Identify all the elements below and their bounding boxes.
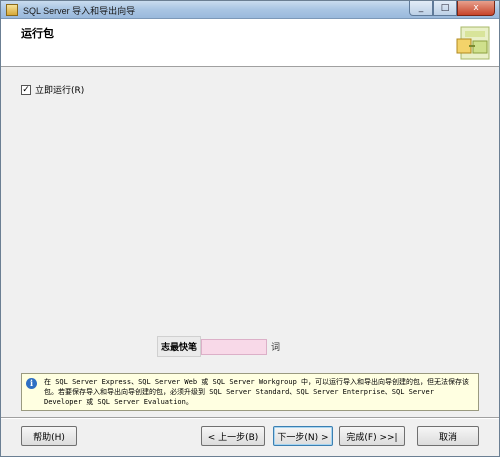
- app-icon: [6, 4, 18, 16]
- help-button[interactable]: 帮助(H): [21, 426, 77, 446]
- minimize-icon: _: [418, 3, 424, 13]
- cancel-button[interactable]: 取消: [417, 426, 479, 446]
- maximize-icon: □: [440, 3, 450, 13]
- footer-divider: [1, 417, 499, 419]
- back-button[interactable]: < 上一步(B): [201, 426, 265, 446]
- info-icon: i: [26, 378, 37, 389]
- minimize-button[interactable]: _: [409, 1, 433, 16]
- finish-button[interactable]: 完成(F) >>|: [339, 426, 405, 446]
- maximize-button[interactable]: □: [433, 1, 457, 16]
- wizard-banner-icon: [456, 26, 490, 60]
- page-title: 运行包: [21, 28, 54, 40]
- title-bar[interactable]: SQL Server 导入和导出向导 _ □ x: [1, 1, 499, 19]
- overlay-field-label: 志最快笔: [157, 336, 202, 357]
- wizard-window: SQL Server 导入和导出向导 _ □ x 运行包 ✓ 立即运行(R) 志…: [0, 0, 500, 457]
- overlay-field-box: [201, 338, 268, 355]
- close-button[interactable]: x: [457, 1, 495, 16]
- close-icon: x: [473, 3, 479, 13]
- overlay-field: 志最快笔 词: [157, 336, 280, 357]
- run-immediately-checkbox[interactable]: ✓: [21, 84, 31, 95]
- overlay-field-tail: 词: [271, 343, 281, 353]
- wizard-header: 运行包: [1, 19, 499, 67]
- window-title: SQL Server 导入和导出向导: [23, 6, 136, 16]
- info-panel: i 在 SQL Server Express、SQL Server Web 或 …: [21, 373, 479, 411]
- next-button[interactable]: 下一步(N) >: [273, 426, 333, 446]
- info-message: 在 SQL Server Express、SQL Server Web 或 SQ…: [44, 378, 470, 406]
- run-immediately-option[interactable]: ✓ 立即运行(R): [21, 83, 84, 96]
- window-controls: _ □ x: [409, 1, 495, 16]
- run-immediately-label[interactable]: 立即运行(R): [35, 83, 84, 96]
